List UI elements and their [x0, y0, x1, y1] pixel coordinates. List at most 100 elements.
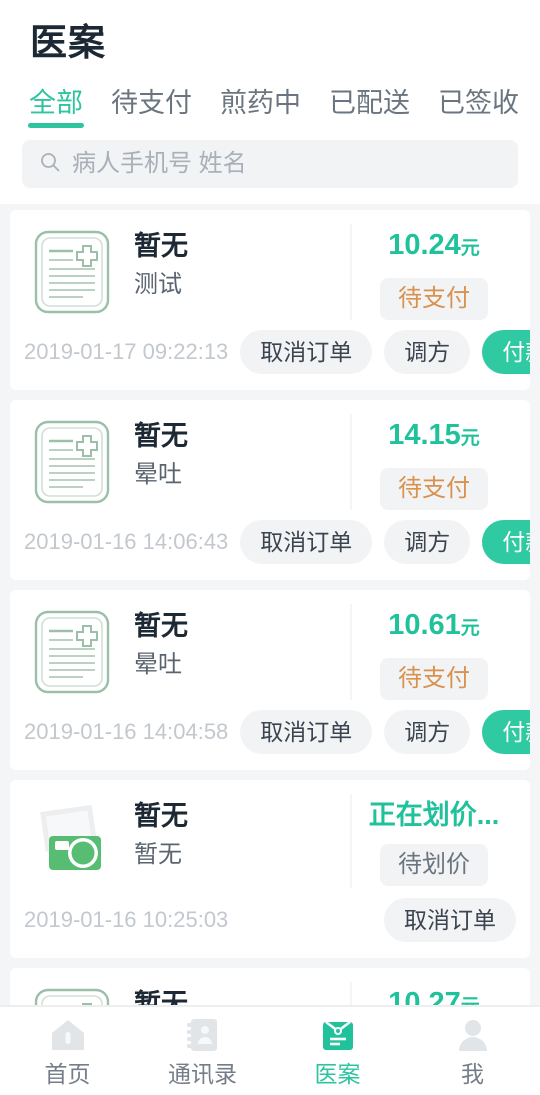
home-icon — [48, 1015, 88, 1055]
order-price: 10.24元 — [388, 228, 480, 266]
order-card[interactable]: 暂无晕吐14.15元待支付2019-01-16 14:06:43取消订单调方付款 — [10, 400, 530, 580]
order-card[interactable]: 暂无暂无正在划价...待划价2019-01-16 10:25:03取消订单 — [10, 780, 530, 958]
medical-record-icon — [33, 419, 111, 505]
price-unit: 元 — [461, 996, 480, 1005]
tab-4[interactable]: 已签收 — [435, 86, 522, 134]
order-info: 暂无测试 — [120, 982, 350, 1005]
contacts-book-icon — [183, 1015, 223, 1055]
search-section — [0, 134, 540, 204]
status-badge: 待支付 — [380, 468, 488, 510]
price-amount: 10.24 — [388, 229, 461, 261]
card-footer: 2019-01-16 14:06:43 取消订单调方付款 — [10, 520, 530, 580]
search-input[interactable] — [72, 140, 502, 188]
diagnosis-label: 晕吐 — [134, 460, 350, 490]
card-body: 暂无测试10.24元待支付 — [10, 210, 530, 330]
patient-name: 暂无 — [134, 610, 350, 642]
order-thumbnail — [24, 604, 120, 700]
action-ghost-button[interactable]: 调方 — [384, 330, 470, 374]
order-timestamp: 2019-01-16 14:04:58 — [24, 719, 228, 745]
tab-0[interactable]: 全部 — [26, 86, 86, 134]
order-status-text: 正在划价... — [369, 798, 500, 832]
status-badge: 待支付 — [380, 658, 488, 700]
card-footer: 2019-01-16 14:04:58 取消订单调方付款 — [10, 710, 530, 770]
action-ghost-button[interactable]: 调方 — [384, 520, 470, 564]
order-timestamp: 2019-01-16 10:25:03 — [24, 907, 372, 933]
price-unit: 元 — [461, 618, 480, 639]
action-ghost-button[interactable]: 调方 — [384, 710, 470, 754]
nav-label: 我 — [461, 1061, 484, 1087]
action-ghost-button[interactable]: 取消订单 — [240, 710, 372, 754]
card-footer: 2019-01-16 10:25:03 取消订单 — [10, 898, 530, 958]
header: 医案 全部待支付煎药中已配送已签收 — [0, 0, 540, 134]
patient-name: 暂无 — [134, 420, 350, 452]
order-thumbnail — [24, 224, 120, 320]
card-body: 暂无晕吐10.61元待支付 — [10, 590, 530, 710]
card-footer: 2019-01-17 09:22:13 取消订单调方付款 — [10, 330, 530, 390]
price-unit: 元 — [461, 238, 480, 259]
search-box[interactable] — [22, 140, 518, 188]
patient-name: 暂无 — [134, 988, 350, 1005]
order-card[interactable]: 暂无测试10.24元待支付2019-01-17 09:22:13取消订单调方付款 — [10, 210, 530, 390]
order-info: 暂无晕吐 — [120, 604, 350, 700]
nav-item-我[interactable]: 我 — [405, 1007, 540, 1095]
order-price: 14.15元 — [388, 418, 480, 456]
order-price-column: 10.27元待支付 — [350, 982, 516, 1005]
nav-item-首页[interactable]: 首页 — [0, 1007, 135, 1095]
order-info: 暂无晕吐 — [120, 414, 350, 510]
price-amount: 10.27 — [388, 987, 461, 1005]
search-icon — [38, 150, 62, 179]
nav-label: 通讯录 — [168, 1061, 237, 1087]
order-list[interactable]: 暂无测试10.24元待支付2019-01-17 09:22:13取消订单调方付款… — [0, 204, 540, 1005]
order-price-column: 正在划价... 待划价 — [350, 794, 516, 888]
order-thumbnail — [24, 982, 120, 1005]
order-info: 暂无测试 — [120, 224, 350, 320]
status-badge: 待划价 — [380, 844, 488, 886]
order-timestamp: 2019-01-16 14:06:43 — [24, 529, 228, 555]
patient-name: 暂无 — [134, 230, 350, 262]
tab-3[interactable]: 已配送 — [326, 86, 413, 134]
app-screen: 医案 全部待支付煎药中已配送已签收 暂无测试10.24元待支付2019-01-1… — [0, 0, 540, 1095]
tab-bar: 全部待支付煎药中已配送已签收 — [0, 68, 540, 134]
status-badge: 待支付 — [380, 278, 488, 320]
order-card[interactable]: 暂无测试10.27元待支付 — [10, 968, 530, 1005]
user-profile-icon — [453, 1015, 493, 1055]
card-body: 暂无暂无正在划价...待划价 — [10, 780, 530, 898]
nav-label: 首页 — [45, 1061, 91, 1087]
order-price-column: 14.15元待支付 — [350, 414, 516, 510]
action-ghost-button[interactable]: 取消订单 — [240, 330, 372, 374]
page-title: 医案 — [0, 18, 540, 68]
action-ghost-button[interactable]: 取消订单 — [240, 520, 372, 564]
order-info: 暂无暂无 — [120, 794, 350, 888]
action-primary-button[interactable]: 付款 — [482, 710, 530, 754]
tab-2[interactable]: 煎药中 — [217, 86, 304, 134]
action-primary-button[interactable]: 付款 — [482, 330, 530, 374]
bottom-navigation: 首页 通讯录 医案 我 — [0, 1005, 540, 1095]
price-unit: 元 — [461, 428, 480, 449]
card-body: 暂无晕吐14.15元待支付 — [10, 400, 530, 520]
action-ghost-button[interactable]: 取消订单 — [384, 898, 516, 942]
price-amount: 14.15 — [388, 419, 461, 451]
price-amount: 10.61 — [388, 609, 461, 641]
order-price-column: 10.61元待支付 — [350, 604, 516, 700]
diagnosis-label: 晕吐 — [134, 650, 350, 680]
order-timestamp: 2019-01-17 09:22:13 — [24, 339, 228, 365]
diagnosis-label: 暂无 — [134, 840, 350, 870]
medical-record-icon — [33, 229, 111, 315]
order-price: 10.61元 — [388, 608, 480, 646]
action-primary-button[interactable]: 付款 — [482, 520, 530, 564]
medical-record-icon — [33, 609, 111, 695]
card-body: 暂无测试10.27元待支付 — [10, 968, 530, 1005]
order-thumbnail — [24, 794, 120, 888]
nav-label: 医案 — [315, 1061, 361, 1087]
photo-camera-icon — [31, 800, 113, 882]
order-price-column: 10.24元待支付 — [350, 224, 516, 320]
medical-case-icon — [318, 1015, 358, 1055]
order-thumbnail — [24, 414, 120, 510]
order-card[interactable]: 暂无晕吐10.61元待支付2019-01-16 14:04:58取消订单调方付款 — [10, 590, 530, 770]
nav-item-通讯录[interactable]: 通讯录 — [135, 1007, 270, 1095]
medical-record-icon — [33, 987, 111, 1005]
patient-name: 暂无 — [134, 800, 350, 832]
tab-1[interactable]: 待支付 — [108, 86, 195, 134]
nav-item-医案[interactable]: 医案 — [270, 1007, 405, 1095]
order-price: 10.27元 — [388, 986, 480, 1005]
